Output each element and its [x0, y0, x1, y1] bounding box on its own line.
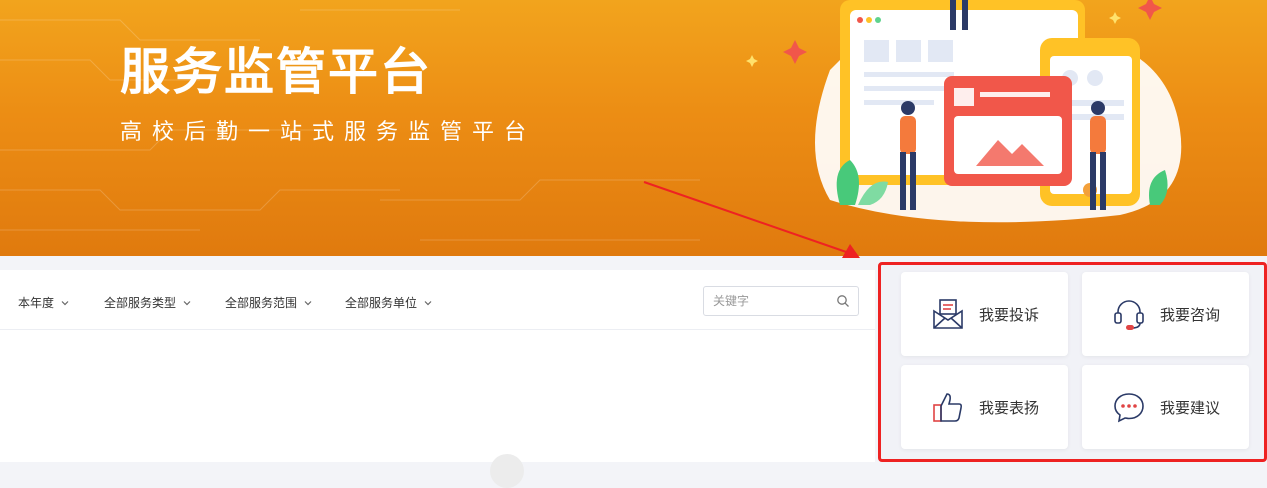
- annotation-arrow: [643, 181, 860, 258]
- filter-year-label: 本年度: [18, 296, 55, 310]
- search-input[interactable]: [704, 287, 824, 315]
- filter-service-scope-dropdown[interactable]: 全部服务范围: [225, 294, 313, 311]
- search-box: [703, 286, 859, 316]
- filter-year-dropdown[interactable]: 本年度: [18, 294, 70, 311]
- suggestion-label: 我要建议: [1160, 398, 1221, 417]
- chevron-down-icon: [61, 300, 69, 305]
- search-icon[interactable]: [836, 294, 850, 308]
- filter-service-scope-label: 全部服务范围: [225, 296, 298, 310]
- chevron-down-icon: [304, 300, 312, 305]
- filter-service-unit-label: 全部服务单位: [345, 296, 418, 310]
- quick-actions-panel: 我要投诉 我要咨询 我要表扬 我要建议: [878, 262, 1267, 462]
- filter-panel: 本年度 全部服务类型 全部服务范围 全部服务单位: [0, 270, 875, 488]
- banner: 服务监管平台 高校后勤一站式服务监管平台: [0, 0, 1267, 256]
- filter-service-type-dropdown[interactable]: 全部服务类型: [104, 294, 192, 311]
- envelope-icon: [933, 299, 963, 329]
- chevron-down-icon: [183, 300, 191, 305]
- page-title: 服务监管平台: [120, 43, 432, 101]
- headset-icon: [1114, 300, 1144, 330]
- filter-bar: 本年度 全部服务类型 全部服务范围 全部服务单位: [0, 270, 875, 330]
- praise-label: 我要表扬: [979, 398, 1040, 417]
- suggestion-button[interactable]: 我要建议: [1082, 365, 1249, 449]
- thumbs-up-icon: [933, 393, 963, 422]
- filter-service-type-label: 全部服务类型: [104, 296, 177, 310]
- loading-placeholder: [490, 454, 524, 488]
- complaint-button[interactable]: 我要投诉: [901, 272, 1068, 356]
- consult-label: 我要咨询: [1160, 305, 1221, 324]
- filter-service-unit-dropdown[interactable]: 全部服务单位: [345, 294, 433, 311]
- chevron-down-icon: [424, 300, 432, 305]
- praise-button[interactable]: 我要表扬: [901, 365, 1068, 449]
- consult-button[interactable]: 我要咨询: [1082, 272, 1249, 356]
- chat-bubble-icon: [1114, 393, 1144, 423]
- complaint-label: 我要投诉: [979, 305, 1040, 324]
- page-subtitle: 高校后勤一站式服务监管平台: [120, 120, 537, 145]
